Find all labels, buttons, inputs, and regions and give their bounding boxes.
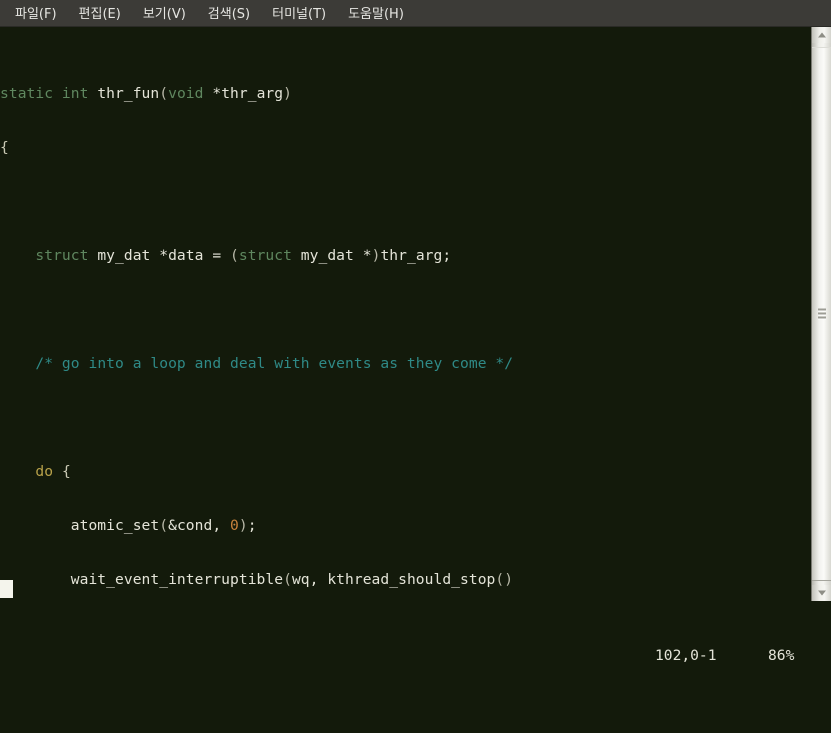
menu-bar: 파일(F) 편집(E) 보기(V) 검색(S) 터미널(T) 도움말(H) [0,0,831,27]
vertical-scrollbar[interactable] [811,27,831,601]
scroll-down-button[interactable] [812,585,831,601]
menu-help[interactable]: 도움말(H) [337,0,415,26]
code-line: wait_event_interruptible(wq, kthread_sho… [0,571,514,588]
code-line: /* go into a loop and deal with events a… [35,355,514,372]
terminal-body: static int thr_fun(void *thr_arg) { stru… [0,27,831,601]
terminal-window: 파일(F) 편집(E) 보기(V) 검색(S) 터미널(T) 도움말(H) st… [0,0,831,664]
code-line: static int thr_fun(void *thr_arg) [0,85,292,102]
editor-text[interactable]: static int thr_fun(void *thr_arg) { stru… [0,27,811,601]
menu-view[interactable]: 보기(V) [132,0,197,26]
scroll-up-arrow-icon [817,32,826,38]
menu-terminal[interactable]: 터미널(T) [261,0,337,26]
scroll-up-button[interactable] [812,27,831,43]
status-bar: 102,0-1 86% [0,601,831,664]
code-line: do { [35,463,71,480]
menu-search[interactable]: 검색(S) [197,0,261,26]
scrollbar-thumb[interactable] [812,47,831,581]
scroll-percent-indicator: 86% [768,647,795,664]
scrollbar-track[interactable] [812,43,831,585]
menu-edit[interactable]: 편집(E) [68,0,132,26]
text-cursor [0,580,13,598]
code-line: { [0,139,9,156]
code-line: atomic_set(&cond, 0); [0,517,257,534]
scrollbar-grip-icon [817,308,826,320]
scroll-down-arrow-icon [817,590,826,596]
editor-screen[interactable]: static int thr_fun(void *thr_arg) { stru… [0,27,811,601]
code-line: struct my_dat *data = (struct my_dat *)t… [35,247,452,264]
menu-file[interactable]: 파일(F) [4,0,68,26]
cursor-position-indicator: 102,0-1 [655,647,717,664]
